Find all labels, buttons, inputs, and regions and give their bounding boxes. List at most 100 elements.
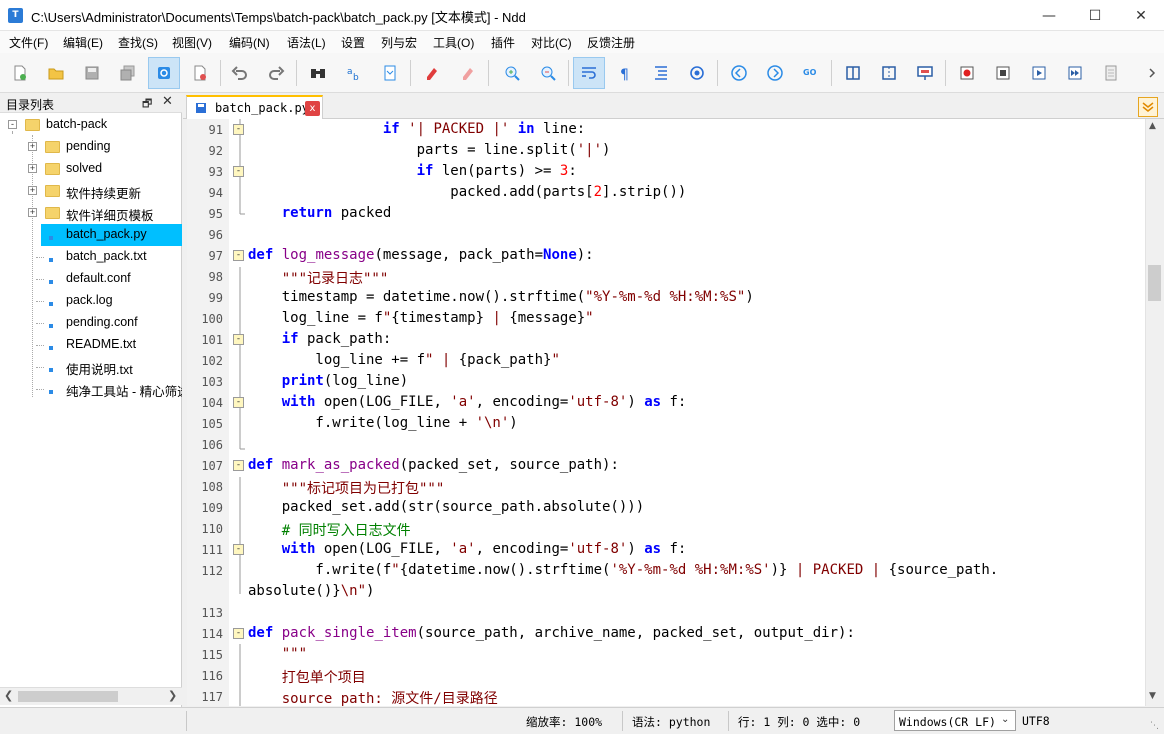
zoom-out-icon[interactable]: [532, 57, 564, 89]
toolbar-overflow-icon[interactable]: [1140, 57, 1164, 89]
menu-macro[interactable]: 列与宏: [381, 34, 417, 51]
code-text: def pack_single_item(source_path, archiv…: [248, 625, 855, 641]
menu-view[interactable]: 视图(V): [172, 34, 212, 51]
close-window-button[interactable]: ✕: [1118, 0, 1164, 31]
encoding-status[interactable]: UTF8: [1022, 714, 1050, 728]
tree-file[interactable]: batch_pack.txt: [41, 246, 182, 268]
resize-grip-icon[interactable]: ⋱: [1150, 721, 1159, 731]
tree-file-selected[interactable]: batch_pack.py: [41, 224, 182, 246]
close-file-icon[interactable]: [184, 57, 216, 89]
save-icon[interactable]: [76, 57, 108, 89]
menu-search[interactable]: 查找(S): [118, 34, 158, 51]
clear-mark-icon[interactable]: [452, 57, 484, 89]
split-view-icon[interactable]: [837, 57, 869, 89]
redo-icon[interactable]: [260, 57, 292, 89]
menu-syntax[interactable]: 语法(L): [287, 34, 326, 51]
menu-feedback[interactable]: 反馈注册: [587, 34, 635, 51]
menu-file[interactable]: 文件(F): [9, 34, 48, 51]
prev-icon[interactable]: [723, 57, 755, 89]
show-symbols-icon[interactable]: ¶: [609, 57, 641, 89]
menu-settings[interactable]: 设置: [341, 34, 365, 51]
expand-icon[interactable]: +: [28, 164, 37, 173]
word-wrap-icon[interactable]: [573, 57, 605, 89]
line-number: 112: [201, 564, 223, 578]
tree-folder[interactable]: + solved: [0, 158, 182, 180]
code-line-wrapped: absolute()}\n"): [187, 581, 1145, 602]
fold-marker-icon[interactable]: -: [233, 544, 244, 555]
eol-select[interactable]: Windows(CR LF) ⌄: [894, 710, 1016, 731]
tab-list-icon[interactable]: [1138, 97, 1158, 117]
find-icon[interactable]: [302, 57, 334, 89]
scrollbar-thumb[interactable]: [1148, 265, 1161, 301]
fold-marker-icon[interactable]: -: [233, 460, 244, 471]
find-in-files-icon[interactable]: [374, 57, 406, 89]
menu-tools[interactable]: 工具(O): [433, 34, 474, 51]
goto-line-icon[interactable]: GO: [795, 57, 827, 89]
undo-icon[interactable]: [224, 57, 256, 89]
eol-select-value: Windows(CR LF): [899, 715, 996, 729]
fold-marker-icon[interactable]: -: [233, 628, 244, 639]
sync-scroll-icon[interactable]: [873, 57, 905, 89]
scroll-right-icon[interactable]: ❯: [168, 689, 177, 702]
expand-icon[interactable]: +: [28, 186, 37, 195]
tree-file[interactable]: 纯净工具站 - 精心筛选: [41, 378, 182, 400]
indent-guide-icon[interactable]: [645, 57, 677, 89]
stop-macro-icon[interactable]: [987, 57, 1019, 89]
pin-icon[interactable]: 🗗: [142, 95, 152, 114]
tab-close-icon[interactable]: x: [305, 101, 320, 116]
tree-file[interactable]: default.conf: [41, 268, 182, 290]
scroll-left-icon[interactable]: ❮: [4, 689, 13, 702]
expand-icon[interactable]: +: [28, 142, 37, 151]
menu-compare[interactable]: 对比(C): [531, 34, 572, 51]
folder-icon: [45, 141, 60, 153]
expand-icon[interactable]: +: [28, 208, 37, 217]
fold-marker-icon[interactable]: -: [233, 397, 244, 408]
replace-icon[interactable]: ab: [338, 57, 370, 89]
tree-file[interactable]: pending.conf: [41, 312, 182, 334]
tree-file[interactable]: pack.log: [41, 290, 182, 312]
fold-marker-icon[interactable]: -: [233, 166, 244, 177]
tree-file[interactable]: 使用说明.txt: [41, 356, 182, 378]
open-file-icon[interactable]: [40, 57, 72, 89]
next-icon[interactable]: [759, 57, 791, 89]
tree-folder-label: solved: [66, 161, 103, 175]
menu-edit[interactable]: 编辑(E): [63, 34, 103, 51]
file-icon: [49, 368, 53, 372]
code-text: if len(parts) >= 3:: [416, 163, 577, 179]
zoom-in-icon[interactable]: [496, 57, 528, 89]
maximize-button[interactable]: ☐: [1072, 0, 1118, 31]
tree-file-label: batch_pack.py: [66, 227, 147, 241]
sidebar-horizontal-scrollbar[interactable]: ❮ ❯: [0, 687, 182, 705]
save-macro-icon[interactable]: [1095, 57, 1127, 89]
menu-plugins[interactable]: 插件: [491, 34, 515, 51]
mark-icon[interactable]: [416, 57, 448, 89]
code-editor[interactable]: 91- if '| PACKED |' in line: 92 parts = …: [187, 119, 1145, 706]
code-line: 92 parts = line.split('|'): [187, 140, 1145, 161]
compare-icon[interactable]: [909, 57, 941, 89]
run-macro-multiple-icon[interactable]: [1059, 57, 1091, 89]
menu-encoding[interactable]: 编码(N): [229, 34, 270, 51]
scroll-down-icon[interactable]: ▼: [1149, 691, 1156, 701]
tree-root[interactable]: - batch-pack: [0, 114, 182, 136]
fold-marker-icon[interactable]: -: [233, 250, 244, 261]
tab-batch-pack-py[interactable]: batch_pack.py x: [186, 95, 323, 119]
scroll-up-icon[interactable]: ▲: [1149, 121, 1156, 131]
line-number: 104: [201, 396, 223, 410]
tree-folder[interactable]: + pending: [0, 136, 182, 158]
tree-folder[interactable]: + 软件持续更新: [0, 180, 182, 202]
focus-icon[interactable]: [681, 57, 713, 89]
save-all-icon[interactable]: [112, 57, 144, 89]
auto-save-icon[interactable]: [148, 57, 180, 89]
new-file-icon[interactable]: [4, 57, 36, 89]
fold-marker-icon[interactable]: -: [233, 124, 244, 135]
fold-marker-icon[interactable]: -: [233, 334, 244, 345]
tree-folder[interactable]: + 软件详细页模板: [0, 202, 182, 224]
record-macro-icon[interactable]: [951, 57, 983, 89]
close-panel-icon[interactable]: ✕: [162, 94, 173, 109]
collapse-icon[interactable]: -: [8, 120, 17, 129]
scrollbar-thumb[interactable]: [18, 691, 118, 702]
tree-file[interactable]: README.txt: [41, 334, 182, 356]
editor-vertical-scrollbar[interactable]: ▲ ▼: [1145, 119, 1162, 706]
minimize-button[interactable]: —: [1026, 0, 1072, 31]
play-macro-icon[interactable]: [1023, 57, 1055, 89]
